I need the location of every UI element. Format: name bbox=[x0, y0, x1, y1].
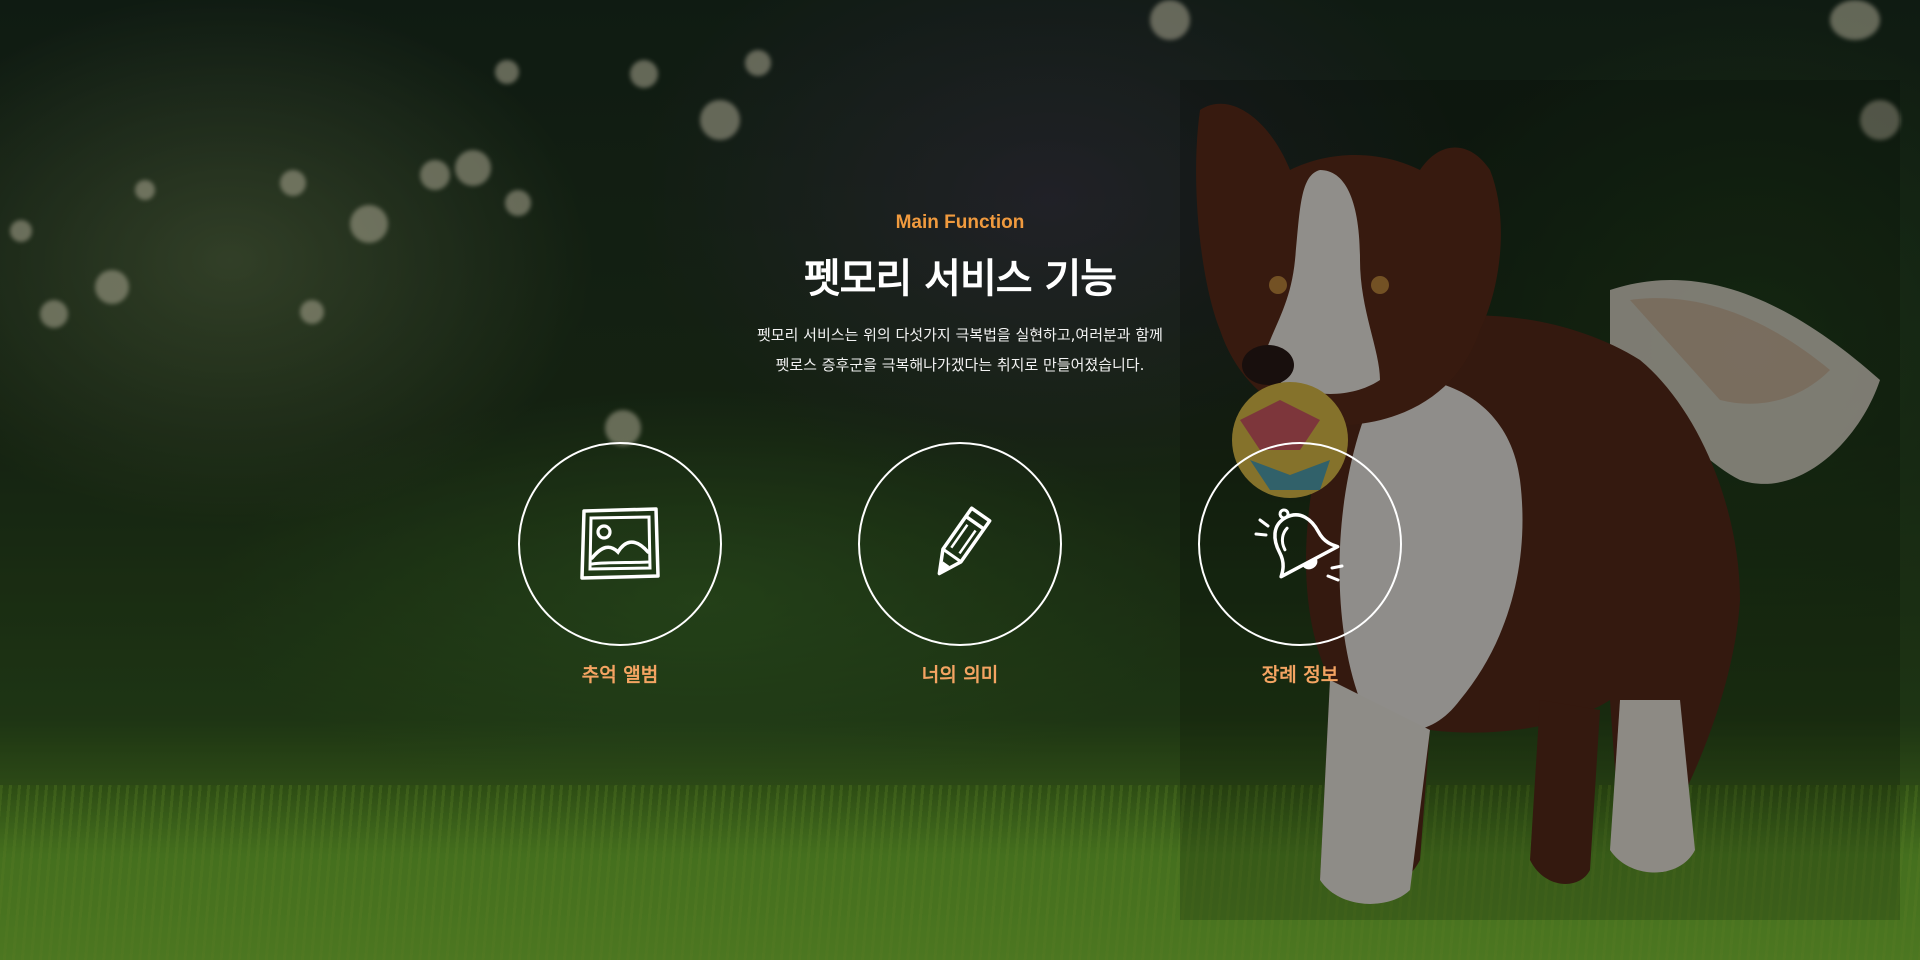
photo-album-icon bbox=[580, 507, 660, 580]
section-title: 펫모리 서비스 기능 bbox=[803, 256, 1117, 302]
main-function-section: Main Function 펫모리 서비스 기능 펫모리 서비스는 위의 다섯가… bbox=[0, 0, 1920, 960]
section-eyebrow: Main Function bbox=[895, 212, 1025, 233]
bell-icon bbox=[1254, 508, 1344, 582]
section-description: 펫모리 서비스는 위의 다섯가지 극복법을 실현하고,여러분과 함께 펫로스 증… bbox=[0, 320, 1920, 380]
feature-label[interactable]: 장례 정보 bbox=[1198, 660, 1402, 687]
feature-your-meaning[interactable]: 너의 의미 bbox=[858, 442, 1062, 687]
feature-circle-button[interactable] bbox=[518, 442, 722, 646]
feature-funeral-info[interactable]: 장례 정보 bbox=[1198, 442, 1402, 687]
feature-label[interactable]: 너의 의미 bbox=[858, 660, 1062, 687]
description-line: 펫모리 서비스는 위의 다섯가지 극복법을 실현하고,여러분과 함께 bbox=[757, 326, 1163, 344]
feature-label[interactable]: 추억 앨범 bbox=[518, 660, 722, 687]
description-line: 펫로스 증후군을 극복해나가겠다는 취지로 만들어졌습니다. bbox=[775, 356, 1145, 374]
feature-circle-button[interactable] bbox=[858, 442, 1062, 646]
pencil-icon bbox=[937, 506, 992, 576]
hero-section: Main Function 펫모리 서비스 기능 펫모리 서비스는 위의 다섯가… bbox=[0, 0, 1920, 960]
feature-memory-album[interactable]: 추억 앨범 bbox=[518, 442, 722, 687]
feature-circle-button[interactable] bbox=[1198, 442, 1402, 646]
